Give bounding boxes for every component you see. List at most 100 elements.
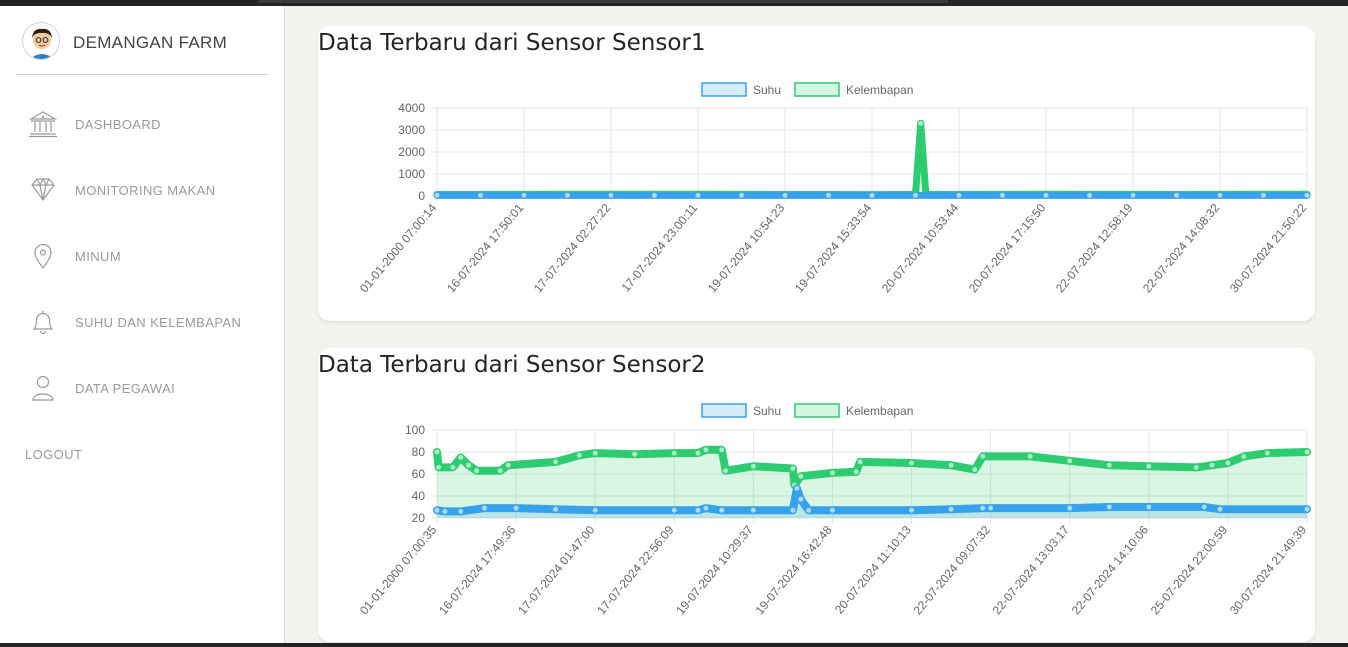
data-point [987, 504, 995, 512]
y-tick-label: 2000 [398, 145, 425, 159]
x-tick-label: 20-07-2024 11:10:13 [832, 523, 914, 617]
y-tick-label: 4000 [398, 101, 425, 115]
farmer-avatar-icon [23, 23, 59, 59]
data-point [971, 466, 979, 474]
legend-label-kelembapan: Kelembapan [846, 404, 913, 418]
y-tick-label: 1000 [398, 167, 425, 181]
data-point [749, 506, 757, 514]
legend-label-kelembapan: Kelembapan [846, 83, 913, 97]
data-point [512, 504, 520, 512]
data-point [828, 506, 836, 514]
data-point [1145, 462, 1153, 470]
x-tick-label: 20-07-2024 17:15:50 [966, 201, 1049, 296]
x-tick-label: 22-07-2024 13:03:17 [990, 523, 1073, 618]
data-point [749, 462, 757, 470]
data-point [1086, 191, 1093, 199]
data-point [1303, 505, 1311, 513]
sensor1-card: Data Terbaru dari Sensor Sensor1 Suhu Kel… [318, 26, 1315, 321]
brand-name: DEMANGAN FARM [73, 33, 228, 52]
data-point [1240, 452, 1248, 460]
y-tick-label: 0 [418, 189, 425, 203]
x-tick-label: 22-07-2024 14:08:32 [1140, 201, 1223, 296]
data-point [917, 119, 925, 127]
data-point [433, 191, 441, 199]
data-point [433, 448, 441, 456]
x-tick-label: 22-07-2024 12:58:19 [1053, 201, 1136, 296]
data-point [912, 191, 919, 199]
data-point [496, 467, 504, 475]
data-point [947, 461, 955, 469]
data-point [825, 191, 832, 199]
data-point [457, 454, 465, 461]
data-point [1066, 457, 1074, 465]
x-tick-label: 25-07-2024 22:00:59 [1148, 523, 1231, 618]
data-point [1216, 191, 1224, 199]
data-point [631, 450, 639, 458]
data-point [793, 484, 801, 492]
data-point [979, 452, 987, 460]
data-point [908, 506, 916, 514]
x-tick-label: 19-07-2024 15:33:54 [792, 201, 875, 296]
data-point [1216, 505, 1224, 513]
x-tick-label: 16-07-2024 17:49:36 [436, 523, 519, 618]
location-pin-icon [34, 243, 52, 269]
sensor1-chart[interactable]: Suhu Kelembapan 0 1000 2000 3000 4000 01-01-200… [318, 26, 1315, 321]
sensor2-chart[interactable]: Suhu Kelembapan 20 40 60 80 100 01-01-2000 07:0… [318, 348, 1315, 642]
nav-item-suhu-dan-kelembapan[interactable]: SUHU DAN KELEMBAPAN [0, 299, 284, 345]
browser-bottom-bar [0, 643, 1348, 647]
brand[interactable]: DEMANGAN FARM [16, 16, 268, 75]
data-point [1200, 503, 1208, 511]
data-point [1173, 191, 1180, 199]
data-point [1303, 191, 1311, 199]
data-point [702, 504, 710, 512]
x-tick-label: 30-07-2024 21:50:22 [1227, 201, 1310, 296]
user-icon [32, 375, 54, 401]
data-point [473, 467, 481, 475]
nav-item-monitoring-makan[interactable]: MONITORING MAKAN [0, 167, 284, 213]
data-point [738, 191, 745, 199]
logout-link[interactable]: LOGOUT [25, 447, 82, 462]
nav-label-dashboard: DASHBOARD [75, 117, 161, 132]
data-point [781, 191, 789, 199]
diamond-icon [31, 178, 55, 202]
sensor2-card: Data Terbaru dari Sensor Sensor2 Suhu Kel… [318, 348, 1315, 642]
x-tick-label: 19-07-2024 10:54:23 [705, 201, 788, 296]
data-point [694, 506, 702, 514]
nav-item-minum[interactable]: MINUM [0, 233, 284, 279]
data-point [1192, 463, 1200, 471]
nav-item-data-pegawai[interactable]: DATA PEGAWAI [0, 365, 284, 411]
data-point [1208, 461, 1216, 469]
data-point [1303, 448, 1311, 456]
data-point [435, 463, 443, 471]
y-tick-label: 80 [412, 445, 426, 459]
data-point [552, 458, 560, 466]
x-tick-label: 17-07-2024 23:00:11 [619, 201, 701, 295]
data-point [465, 461, 473, 469]
data-point [947, 505, 955, 513]
browser-top-bar-inner [258, 0, 948, 3]
nav-label-monitoring-makan: MONITORING MAKAN [75, 183, 216, 198]
data-point [722, 467, 730, 475]
legend-swatch-kelembapan [794, 403, 840, 418]
x-tick-label: 22-07-2024 09:07:32 [911, 523, 994, 618]
x-tick-label: 17-07-2024 22:56:09 [594, 523, 677, 618]
data-point [718, 506, 726, 514]
data-point [1129, 191, 1137, 199]
data-point [999, 191, 1006, 199]
bank-icon [28, 111, 58, 138]
x-tick-label: 17-07-2024 01:47:00 [515, 523, 598, 618]
data-point [457, 507, 465, 515]
nav-label-minum: MINUM [75, 249, 122, 264]
x-tick-label: 19-07-2024 16:42:48 [752, 523, 835, 618]
data-point [1263, 449, 1271, 457]
data-point [789, 506, 797, 514]
data-point [607, 191, 615, 199]
data-point [718, 446, 726, 454]
data-point [591, 449, 599, 457]
legend-label-suhu: Suhu [753, 83, 781, 97]
data-point [1105, 503, 1113, 511]
x-tick-label: 17-07-2024 02:27:22 [531, 201, 614, 296]
data-point [1042, 191, 1050, 199]
data-point [1066, 504, 1074, 512]
nav-item-dashboard[interactable]: DASHBOARD [0, 101, 284, 147]
